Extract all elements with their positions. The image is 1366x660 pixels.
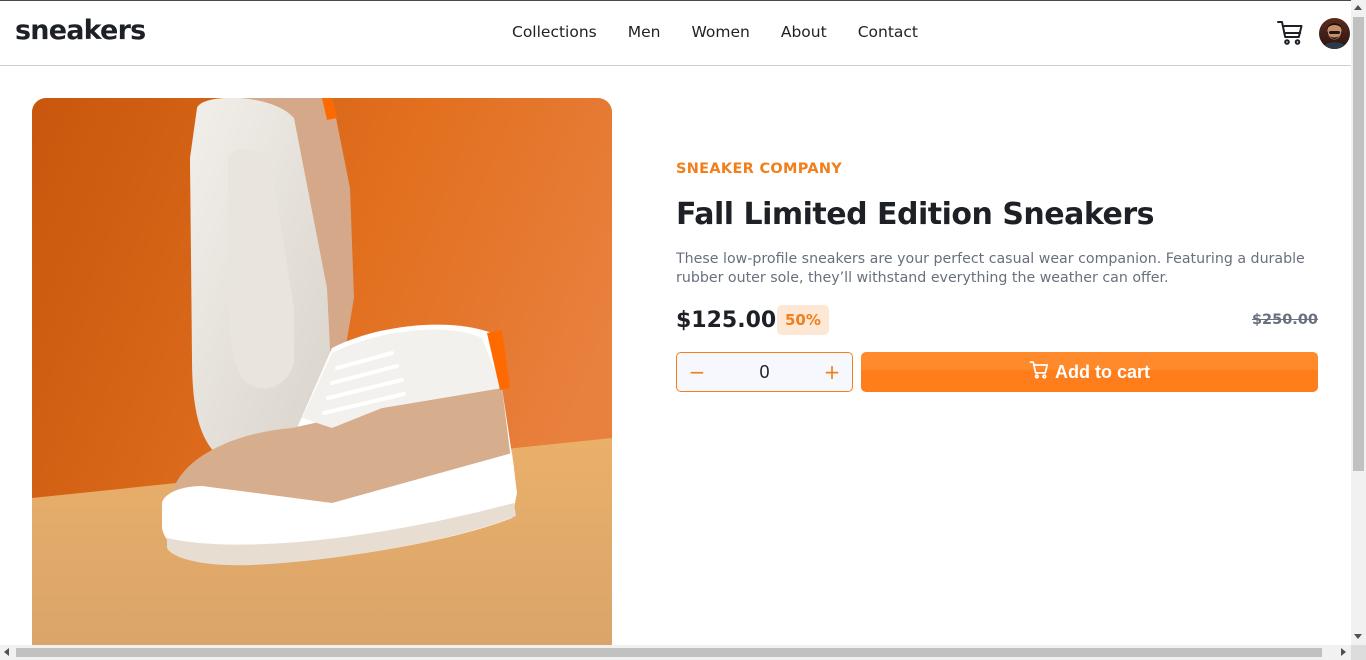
main-nav: Collections Men Women About Contact — [512, 23, 949, 41]
company-name: SNEAKER COMPANY — [676, 161, 843, 177]
description-line-1: These low-profile sneakers are your perf… — [676, 251, 1305, 267]
vertical-scroll-thumb[interactable] — [1353, 17, 1364, 471]
quantity-value[interactable]: 0 — [717, 353, 812, 391]
cart-icon — [1029, 360, 1049, 384]
add-to-cart-button[interactable]: Add to cart — [861, 352, 1318, 392]
nav-contact[interactable]: Contact — [858, 23, 918, 41]
vertical-scrollbar[interactable] — [1351, 0, 1366, 645]
page: sneakers Collections Men Women About Con… — [0, 0, 1351, 645]
price-row: $125.00 50% $250.00 — [676, 305, 1318, 337]
product-description: These low-profile sneakers are your perf… — [676, 250, 1318, 288]
site-header: sneakers Collections Men Women About Con… — [0, 1, 1351, 66]
add-to-cart-label: Add to cart — [1054, 361, 1150, 382]
scroll-down-icon[interactable] — [1354, 634, 1362, 639]
scrollbar-corner — [1351, 645, 1366, 660]
horizontal-scroll-thumb[interactable] — [16, 648, 1322, 657]
product-image[interactable] — [32, 98, 612, 645]
product-info: SNEAKER COMPANY Fall Limited Edition Sne… — [676, 161, 1318, 392]
scroll-up-icon[interactable] — [1354, 5, 1362, 10]
decrease-quantity-button[interactable]: − — [677, 353, 717, 391]
horizontal-scrollbar[interactable] — [0, 645, 1351, 660]
user-avatar[interactable] — [1319, 18, 1350, 49]
description-line-2: rubber outer sole, they’ll withstand eve… — [676, 270, 1169, 286]
original-price: $250.00 — [1251, 312, 1318, 328]
product-title: Fall Limited Edition Sneakers — [676, 197, 1155, 232]
nav-collections[interactable]: Collections — [512, 23, 597, 41]
purchase-actions: − 0 + Add to cart — [676, 352, 1318, 392]
increase-quantity-button[interactable]: + — [812, 353, 852, 391]
scroll-right-icon[interactable] — [1341, 648, 1346, 656]
scroll-left-icon[interactable] — [4, 648, 9, 656]
nav-men[interactable]: Men — [628, 23, 661, 41]
cart-icon[interactable] — [1276, 19, 1304, 47]
nav-about[interactable]: About — [781, 23, 827, 41]
current-price: $125.00 — [676, 308, 777, 333]
discount-badge: 50% — [777, 305, 829, 335]
logo[interactable]: sneakers — [15, 15, 146, 46]
quantity-stepper: − 0 + — [676, 352, 853, 392]
nav-women[interactable]: Women — [691, 23, 749, 41]
